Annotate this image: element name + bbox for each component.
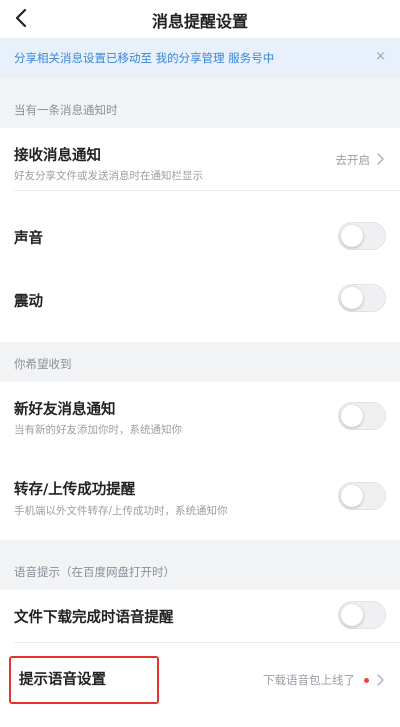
divider [14,642,400,643]
transfer-upload-toggle[interactable] [338,482,386,510]
row-title: 接收消息通知 [14,148,101,164]
toggle-knob [341,604,363,626]
new-friend-toggle[interactable] [338,402,386,430]
row-subtitle: 好友分享文件或发送消息时在通知栏显示 [14,170,203,182]
vibrate-toggle[interactable] [338,284,386,312]
row-title: 新好友消息通知 [14,402,116,418]
highlight-box [9,656,159,704]
nav-bar: 消息提醒设置 [0,0,400,38]
toggle-knob [341,225,363,247]
section-label: 语音提示（在百度网盘打开时） [14,565,175,579]
vibrate-row: 震动 [0,282,400,342]
row-title: 震动 [14,294,43,310]
row-subtitle: 当有新的好友添加你时，系统通知你 [14,424,182,436]
new-badge-dot [364,678,369,683]
chevron-right-icon [377,153,384,165]
toggle-knob [341,485,363,507]
sound-row: 声音 [0,190,400,282]
row-title: 文件下载完成时语音提醒 [14,610,174,626]
notice-banner-text[interactable]: 分享相关消息设置已移动至 我的分享管理 服务号中 [14,50,274,66]
toggle-knob [341,405,363,427]
notice-banner: 分享相关消息设置已移动至 我的分享管理 服务号中 × [0,38,400,78]
receive-notification-row[interactable]: 接收消息通知 好友分享文件或发送消息时在通知栏显示 去开启 [0,128,400,190]
row-title: 转存/上传成功提醒 [14,482,136,498]
download-voice-toggle[interactable] [338,601,386,629]
section-header: 语音提示（在百度网盘打开时） [0,550,400,590]
row-subtitle: 手机端以外文件转存/上传成功时，系统通知你 [14,505,228,517]
section-header: 你希望收到 [0,342,400,382]
toggle-knob [341,287,363,309]
enable-link[interactable]: 去开启 [336,152,371,168]
transfer-upload-row: 转存/上传成功提醒 手机端以外文件转存/上传成功时，系统通知你 [0,466,400,540]
new-friend-row: 新好友消息通知 当有新的好友添加你时，系统通知你 [0,382,400,466]
chevron-right-icon [377,674,384,686]
page-title: 消息提醒设置 [151,12,248,31]
section-label: 当有一条消息通知时 [14,103,118,117]
voice-pack-hint: 下载语音包上线了 [263,673,355,687]
divider [14,190,400,191]
close-icon[interactable]: × [375,49,386,64]
download-voice-row: 文件下载完成时语音提醒 [0,590,400,642]
sound-toggle[interactable] [338,222,386,250]
section-header: 当有一条消息通知时 [0,88,400,128]
row-title: 声音 [14,231,43,247]
section-label: 你希望收到 [14,357,72,371]
